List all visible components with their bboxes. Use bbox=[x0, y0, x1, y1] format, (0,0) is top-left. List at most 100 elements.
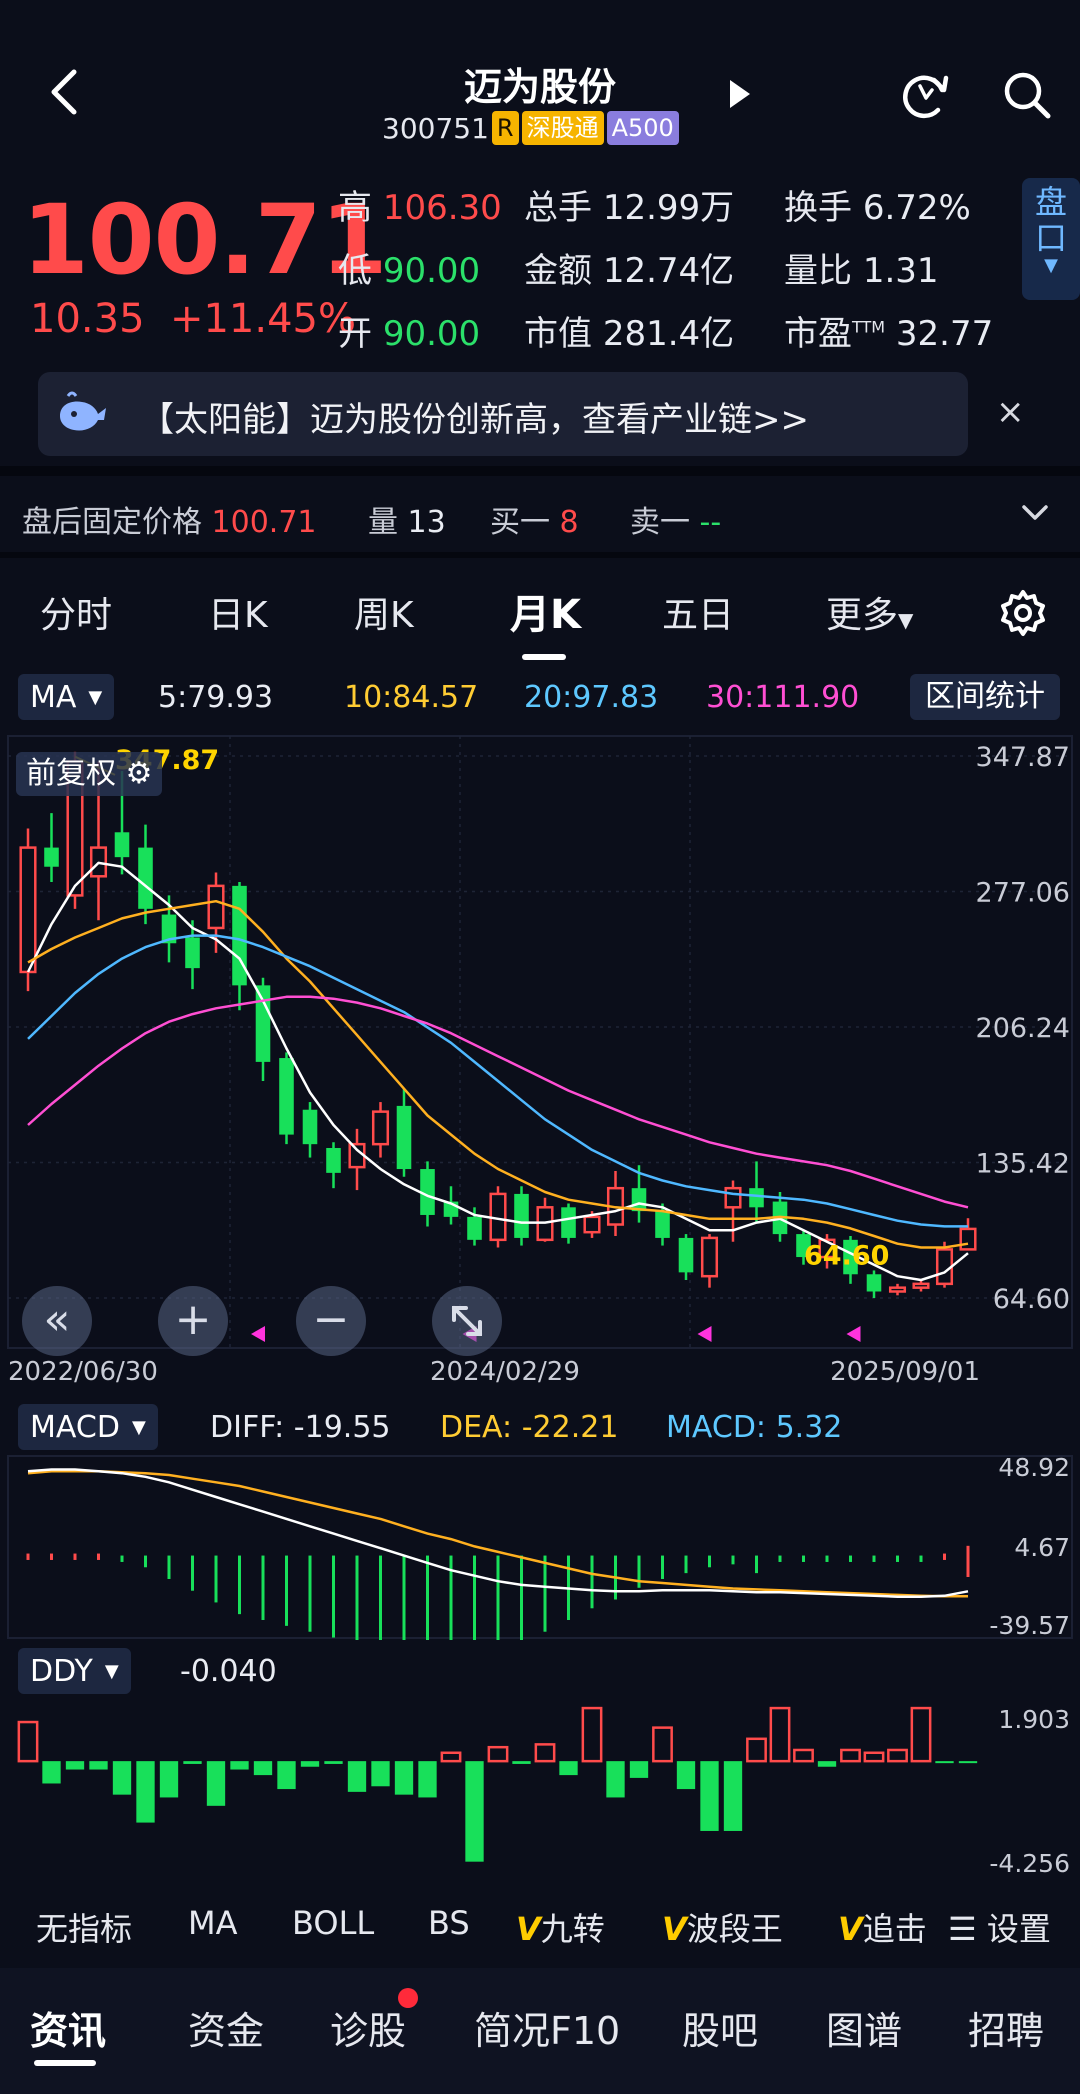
macd-bar bbox=[731, 1555, 735, 1565]
macd-bar bbox=[708, 1555, 711, 1568]
macd-diff: DIFF: -19.55 bbox=[210, 1410, 391, 1445]
nav-forum[interactable]: 股吧 bbox=[682, 2000, 758, 2055]
indicator-none[interactable]: 无指标 bbox=[36, 1904, 132, 1950]
fullscreen-button[interactable] bbox=[432, 1286, 502, 1356]
macd-bar bbox=[285, 1555, 288, 1626]
ddy-bar bbox=[465, 1761, 484, 1862]
macd-bar bbox=[684, 1555, 688, 1574]
zoom-out-button[interactable]: − bbox=[296, 1286, 366, 1356]
candle-body bbox=[561, 1207, 576, 1238]
ma10-value: 10:84.57 bbox=[344, 680, 479, 715]
ddy-selector[interactable]: DDY ▼ bbox=[18, 1648, 131, 1694]
ddy-bar bbox=[935, 1761, 954, 1764]
indicator-boduanwang[interactable]: V波段王 bbox=[662, 1904, 783, 1950]
search-icon[interactable] bbox=[1000, 68, 1054, 122]
ddy-bar bbox=[887, 1748, 908, 1763]
macd-tick-label: 48.92 bbox=[998, 1454, 1070, 1482]
nav-jobs[interactable]: 招聘 bbox=[968, 2000, 1044, 2055]
signal-marker bbox=[697, 1326, 712, 1342]
ddy-bar bbox=[487, 1745, 509, 1763]
tab-daily-k[interactable]: 日K bbox=[208, 586, 268, 638]
indicator-bs[interactable]: BS bbox=[428, 1904, 470, 1942]
macd-bar bbox=[496, 1555, 500, 1640]
macd-bar bbox=[825, 1555, 829, 1562]
ddy-bar bbox=[136, 1761, 155, 1823]
ddy-bar bbox=[910, 1706, 932, 1763]
next-stock-icon[interactable] bbox=[724, 74, 754, 114]
macd-bar bbox=[473, 1555, 476, 1640]
macd-selector[interactable]: MACD ▼ bbox=[18, 1404, 158, 1450]
ddy-bar bbox=[606, 1761, 625, 1798]
ddy-bar bbox=[253, 1761, 273, 1776]
indicator-boll[interactable]: BOLL bbox=[292, 1904, 374, 1942]
candle-body bbox=[326, 1147, 341, 1173]
y-tick-label: 64.60 bbox=[993, 1284, 1070, 1315]
tab-more[interactable]: 更多▼ bbox=[826, 586, 913, 638]
active-nav-indicator bbox=[34, 2060, 96, 2066]
macd-chart: 48.92 4.67 -39.57 bbox=[7, 1454, 1073, 1640]
nav-graph[interactable]: 图谱 bbox=[826, 2000, 902, 2055]
macd-bar bbox=[872, 1555, 876, 1562]
y-tick-label: 277.06 bbox=[976, 878, 1070, 909]
tab-five-day[interactable]: 五日 bbox=[662, 586, 734, 638]
indicator-zhuiji[interactable]: V追击 bbox=[838, 1904, 927, 1950]
gear-icon[interactable] bbox=[996, 586, 1050, 640]
ddy-bar bbox=[629, 1761, 649, 1778]
ma20-value: 20:97.83 bbox=[524, 680, 659, 715]
ddy-bar bbox=[17, 1720, 39, 1763]
fuquan-button[interactable]: 前复权 ⚙ bbox=[16, 752, 163, 796]
v-icon: V bbox=[838, 1910, 863, 1948]
y-tick-label: 135.42 bbox=[976, 1149, 1070, 1180]
macd-bar bbox=[849, 1555, 852, 1562]
rewind-button[interactable]: « bbox=[22, 1286, 92, 1356]
macd-bar bbox=[120, 1555, 124, 1562]
shenguttong-badge: 深股通 bbox=[521, 111, 604, 145]
ddy-bar bbox=[840, 1748, 861, 1763]
candle-body bbox=[912, 1282, 930, 1289]
ddy-bar bbox=[863, 1751, 885, 1763]
ddy-bar bbox=[230, 1761, 249, 1770]
macd-bar bbox=[26, 1553, 30, 1560]
x-axis-label: 2025/09/01 bbox=[830, 1357, 980, 1387]
ddy-bar bbox=[700, 1761, 719, 1831]
macd-bar bbox=[802, 1555, 805, 1562]
indicator-jiuzhuan[interactable]: V九转 bbox=[516, 1904, 605, 1950]
notification-dot bbox=[398, 1988, 418, 2008]
signal-marker bbox=[846, 1326, 861, 1342]
ddy-bar bbox=[324, 1761, 343, 1764]
macd-tick-label: 4.67 bbox=[1014, 1533, 1070, 1562]
ddy-tick-label: 1.903 bbox=[998, 1705, 1070, 1734]
divider bbox=[0, 552, 1080, 558]
tab-intraday[interactable]: 分时 bbox=[40, 586, 112, 638]
nav-f10[interactable]: 简况F10 bbox=[474, 2000, 620, 2055]
macd-dea: DEA: -22.21 bbox=[440, 1410, 619, 1445]
macd-bar bbox=[590, 1555, 594, 1609]
y-tick-label: 206.24 bbox=[976, 1013, 1070, 1044]
ma-selector[interactable]: MA ▼ bbox=[18, 674, 115, 720]
tab-weekly-k[interactable]: 周K bbox=[354, 586, 414, 638]
ddy-bar bbox=[769, 1706, 791, 1763]
candle-body bbox=[888, 1286, 907, 1293]
candlestick-chart[interactable]: 347.87 277.06 206.24 135.42 64.60 2022/06/30 2… bbox=[0, 728, 1080, 1388]
macd-bar bbox=[144, 1555, 147, 1568]
ddy-bar bbox=[676, 1761, 696, 1790]
nav-funds[interactable]: 资金 bbox=[188, 2000, 264, 2055]
chevron-down-icon[interactable] bbox=[1018, 497, 1052, 527]
candle-body bbox=[866, 1274, 882, 1292]
refresh-icon[interactable] bbox=[898, 68, 952, 122]
tab-monthly-k[interactable]: 月K bbox=[510, 582, 581, 640]
back-icon[interactable] bbox=[40, 62, 90, 122]
nav-news[interactable]: 资讯 bbox=[30, 2000, 106, 2055]
pankou-tab[interactable]: 盘 口 ▼ bbox=[1022, 178, 1080, 300]
indicator-settings[interactable]: ☰ 设置 bbox=[944, 1904, 1051, 1950]
nav-diagnose[interactable]: 诊股 bbox=[330, 2000, 406, 2055]
candle-body bbox=[959, 1227, 977, 1251]
macd-bar bbox=[73, 1553, 77, 1560]
range-stats-button[interactable]: 区间统计 bbox=[910, 674, 1060, 720]
zoom-in-button[interactable]: + bbox=[158, 1286, 228, 1356]
indicator-ma[interactable]: MA bbox=[188, 1904, 238, 1942]
ma30-value: 30:111.90 bbox=[706, 680, 860, 715]
close-icon[interactable]: × bbox=[996, 392, 1025, 432]
macd-bar bbox=[637, 1555, 641, 1588]
news-text[interactable]: 【太阳能】迈为股份创新高，查看产业链>> bbox=[140, 392, 809, 441]
